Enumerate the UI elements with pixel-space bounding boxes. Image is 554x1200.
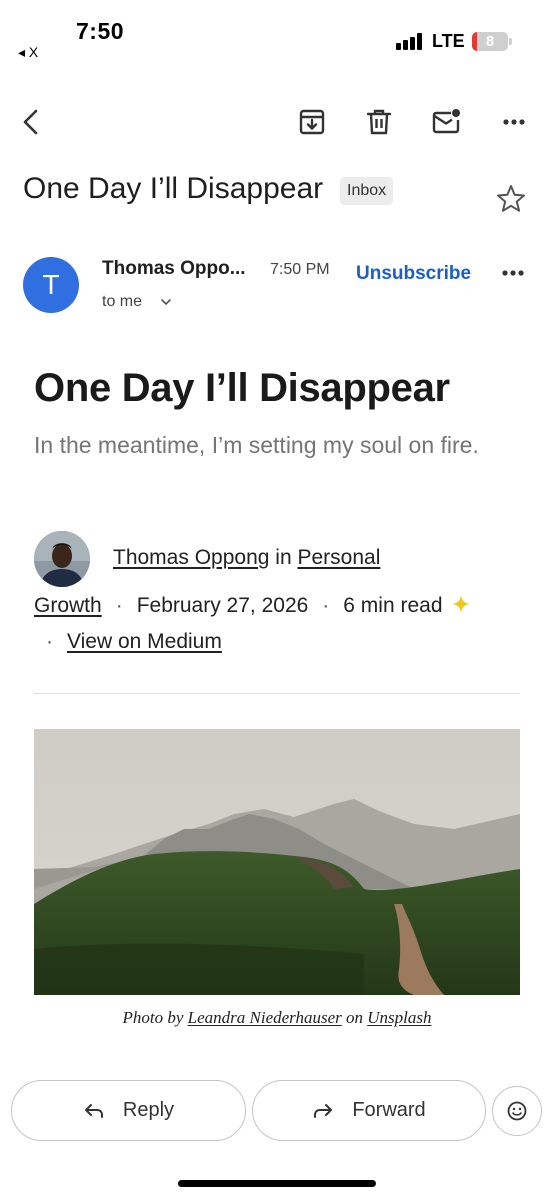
divider	[34, 693, 520, 694]
image-caption: Photo by Leandra Niederhauser on Unsplas…	[0, 1008, 554, 1028]
article-hero-image[interactable]	[34, 729, 520, 995]
forward-icon	[314, 1103, 333, 1118]
email-toolbar	[0, 96, 554, 152]
chevron-down-icon[interactable]	[158, 294, 174, 310]
publish-date: February 27, 2026	[136, 594, 309, 617]
publication-link[interactable]: Personal	[297, 546, 380, 569]
battery-cap	[509, 38, 512, 45]
unsplash-link[interactable]: Unsplash	[367, 1008, 431, 1027]
byline-in: in	[275, 546, 292, 569]
forward-label: Forward	[352, 1099, 426, 1121]
caption-prefix: Photo by	[122, 1008, 184, 1027]
meta-separator: ·	[322, 594, 330, 617]
home-indicator[interactable]	[178, 1180, 376, 1187]
byline: Thomas Oppong in Personal	[113, 546, 380, 570]
star-icon[interactable]	[494, 182, 528, 216]
forward-button[interactable]: Forward	[252, 1080, 486, 1141]
reply-icon	[84, 1103, 103, 1118]
reply-label: Reply	[122, 1099, 175, 1121]
status-bar: 7:50 ◂ X LTE 8	[0, 0, 554, 70]
message-more-icon[interactable]	[496, 258, 532, 288]
smiley-icon	[507, 1101, 527, 1121]
author-link[interactable]: Thomas Oppong	[113, 546, 269, 569]
article-title: One Day I’ll Disappear	[34, 366, 450, 410]
meta-separator: ·	[46, 630, 53, 653]
caption-on: on	[346, 1008, 364, 1027]
article-meta-view: · View on Medium	[34, 630, 222, 654]
archive-icon[interactable]	[292, 102, 332, 142]
more-options-icon[interactable]	[494, 102, 534, 142]
trash-icon[interactable]	[359, 102, 399, 142]
signal-strength-icon	[396, 32, 424, 50]
author-photo[interactable]	[34, 531, 90, 587]
read-time: 6 min read	[343, 594, 443, 617]
back-arrow-icon[interactable]	[12, 102, 52, 142]
back-to-app-link[interactable]: ◂ X	[18, 44, 38, 61]
sender-avatar[interactable]: T	[23, 257, 79, 313]
network-type: LTE	[432, 31, 465, 51]
publication-link-continued[interactable]: Growth	[34, 594, 102, 617]
battery-level: 8	[485, 33, 495, 50]
view-on-medium-link[interactable]: View on Medium	[67, 630, 222, 653]
sparkle-icon	[451, 594, 471, 614]
battery-icon: 8	[472, 32, 508, 51]
meta-separator: ·	[115, 594, 123, 617]
article-meta: Growth · February 27, 2026 · 6 min read	[34, 594, 471, 618]
email-subject: One Day I’ll Disappear	[23, 172, 324, 205]
sender-name[interactable]: Thomas Oppo...	[102, 258, 246, 280]
email-time: 7:50 PM	[270, 261, 330, 278]
inbox-label-badge[interactable]: Inbox	[340, 177, 394, 205]
truncated-body-text	[120, 1064, 440, 1072]
bottom-action-bar: Reply Forward	[0, 1080, 554, 1200]
photographer-link[interactable]: Leandra Niederhauser	[188, 1008, 342, 1027]
mark-unread-icon[interactable]	[426, 102, 466, 142]
status-time: 7:50	[76, 18, 125, 44]
article-subtitle: In the meantime, I’m setting my soul on …	[34, 432, 479, 458]
reply-button[interactable]: Reply	[11, 1080, 246, 1141]
recipient-label[interactable]: to me	[102, 293, 142, 311]
emoji-reaction-button[interactable]	[492, 1086, 542, 1136]
unsubscribe-link[interactable]: Unsubscribe	[356, 263, 471, 285]
